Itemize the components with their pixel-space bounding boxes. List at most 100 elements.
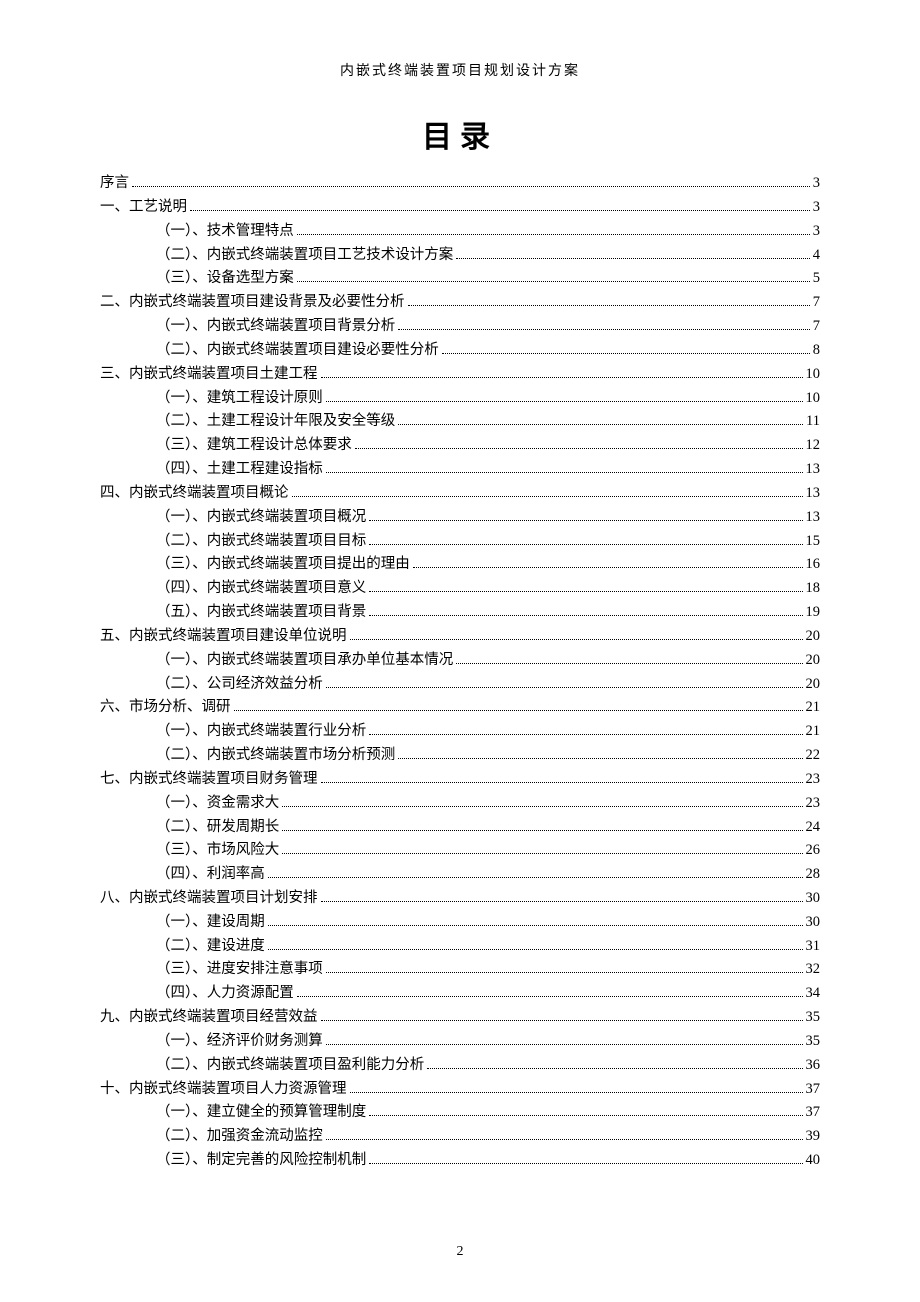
toc-entry-page: 4 (813, 248, 820, 263)
toc-entry-page: 22 (806, 748, 821, 763)
toc-entry[interactable]: 七、内嵌式终端装置项目财务管理23 (100, 772, 820, 787)
toc-entry-page: 37 (806, 1105, 821, 1120)
toc-entry[interactable]: （三）、进度安排注意事项32 (100, 962, 820, 977)
toc-leader-dots (456, 247, 810, 258)
toc-leader-dots (282, 796, 802, 807)
toc-entry-label: 二、内嵌式终端装置项目建设背景及必要性分析 (100, 295, 405, 310)
toc-entry[interactable]: （二）、内嵌式终端装置项目盈利能力分析36 (100, 1058, 820, 1073)
toc-entry-label: 八、内嵌式终端装置项目计划安排 (100, 891, 318, 906)
toc-entry-page: 8 (813, 343, 820, 358)
toc-entry[interactable]: 序言 3 (100, 176, 820, 191)
toc-entry[interactable]: 四、内嵌式终端装置项目概论13 (100, 486, 820, 501)
toc-entry[interactable]: 九、内嵌式终端装置项目经营效益35 (100, 1010, 820, 1025)
toc-entry[interactable]: 五、内嵌式终端装置项目建设单位说明20 (100, 629, 820, 644)
toc-leader-dots (268, 867, 803, 878)
toc-entry[interactable]: （三）、建筑工程设计总体要求12 (100, 438, 820, 453)
toc-entry[interactable]: （四）、利润率高28 (100, 867, 820, 882)
toc-entry-label: （一）、经济评价财务测算 (156, 1034, 323, 1049)
toc-entry-page: 20 (806, 677, 821, 692)
toc-entry-page: 20 (806, 629, 821, 644)
toc-entry[interactable]: （三）、市场风险大26 (100, 843, 820, 858)
toc-entry-label: （一）、建筑工程设计原则 (156, 391, 323, 406)
toc-entry-label: （二）、内嵌式终端装置项目建设必要性分析 (156, 343, 439, 358)
toc-entry[interactable]: 一、工艺说明3 (100, 200, 820, 215)
toc-entry[interactable]: （一）、内嵌式终端装置项目概况13 (100, 510, 820, 525)
toc-entry[interactable]: （三）、设备选型方案5 (100, 271, 820, 286)
toc-leader-dots (369, 724, 802, 735)
toc-entry[interactable]: 三、内嵌式终端装置项目土建工程10 (100, 367, 820, 382)
toc-entry-label: （三）、进度安排注意事项 (156, 962, 323, 977)
toc-entry[interactable]: 十、内嵌式终端装置项目人力资源管理37 (100, 1081, 820, 1096)
toc-entry[interactable]: （一）、内嵌式终端装置行业分析21 (100, 724, 820, 739)
toc-entry-label: （二）、内嵌式终端装置项目工艺技术设计方案 (156, 248, 453, 263)
toc-entry-page: 13 (806, 462, 821, 477)
toc-entry[interactable]: （一）、内嵌式终端装置项目承办单位基本情况20 (100, 653, 820, 668)
page-header: 内嵌式终端装置项目规划设计方案 (100, 60, 820, 80)
toc-leader-dots (297, 986, 803, 997)
toc-entry[interactable]: （一）、建筑工程设计原则10 (100, 390, 820, 405)
toc-entry-label: （四）、人力资源配置 (156, 986, 294, 1001)
toc-entry[interactable]: （二）、内嵌式终端装置项目建设必要性分析 8 (100, 343, 820, 358)
toc-entry[interactable]: （一）、技术管理特点 3 (100, 224, 820, 239)
toc-entry[interactable]: （二）、内嵌式终端装置市场分析预测22 (100, 748, 820, 763)
toc-entry-page: 30 (806, 915, 821, 930)
toc-entry-page: 3 (813, 176, 820, 191)
toc-entry[interactable]: （二）、加强资金流动监控39 (100, 1129, 820, 1144)
toc-entry[interactable]: （三）、制定完善的风险控制机制40 (100, 1153, 820, 1168)
toc-entry-label: 十、内嵌式终端装置项目人力资源管理 (100, 1082, 347, 1097)
toc-leader-dots (427, 1058, 802, 1069)
toc-leader-dots (326, 962, 803, 973)
toc-leader-dots (234, 700, 803, 711)
toc-entry[interactable]: 二、内嵌式终端装置项目建设背景及必要性分析 7 (100, 295, 820, 310)
toc-entry-label: （一）、内嵌式终端装置项目背景分析 (156, 319, 395, 334)
toc-entry[interactable]: （一）、建立健全的预算管理制度37 (100, 1105, 820, 1120)
toc-leader-dots (408, 295, 810, 306)
toc-entry-page: 19 (806, 605, 821, 620)
toc-entry-label: 六、市场分析、调研 (100, 700, 231, 715)
toc-entry[interactable]: （二）、内嵌式终端装置项目工艺技术设计方案 4 (100, 247, 820, 262)
toc-entry-label: （一）、技术管理特点 (156, 224, 294, 239)
toc-entry[interactable]: （一）、资金需求大23 (100, 796, 820, 811)
toc-entry-page: 11 (806, 414, 820, 429)
toc-leader-dots (282, 819, 802, 830)
toc-entry[interactable]: （四）、人力资源配置 34 (100, 986, 820, 1001)
toc-entry-label: 序言 (100, 176, 129, 191)
toc-entry-label: （二）、加强资金流动监控 (156, 1129, 323, 1144)
toc-leader-dots (413, 557, 803, 568)
toc-entry[interactable]: （四）、内嵌式终端装置项目意义18 (100, 581, 820, 596)
toc-entry[interactable]: 八、内嵌式终端装置项目计划安排30 (100, 891, 820, 906)
toc-entry[interactable]: （二）、研发周期长24 (100, 819, 820, 834)
toc-entry[interactable]: （二）、建设进度31 (100, 939, 820, 954)
toc-entry[interactable]: （一）、经济评价财务测算35 (100, 1034, 820, 1049)
toc-entry[interactable]: （二）、内嵌式终端装置项目目标15 (100, 533, 820, 548)
toc-entry[interactable]: （二）、土建工程设计年限及安全等级11 (100, 414, 820, 429)
toc-entry-label: （四）、利润率高 (156, 867, 265, 882)
toc-entry-label: （三）、市场风险大 (156, 843, 279, 858)
toc-entry-page: 34 (806, 986, 821, 1001)
toc-entry-page: 36 (806, 1058, 821, 1073)
toc-entry[interactable]: （三）、内嵌式终端装置项目提出的理由16 (100, 557, 820, 572)
toc-entry[interactable]: （二）、公司经济效益分析20 (100, 676, 820, 691)
toc-leader-dots (398, 414, 803, 425)
toc-entry-label: （三）、制定完善的风险控制机制 (156, 1153, 366, 1168)
toc-leader-dots (369, 605, 802, 616)
toc-entry-page: 7 (813, 295, 820, 310)
toc-leader-dots (369, 581, 802, 592)
toc-entry[interactable]: （一）、内嵌式终端装置项目背景分析 7 (100, 319, 820, 334)
toc-entry-label: （四）、内嵌式终端装置项目意义 (156, 581, 366, 596)
toc-leader-dots (369, 533, 802, 544)
toc-entry-label: 三、内嵌式终端装置项目土建工程 (100, 367, 318, 382)
toc-entry[interactable]: （四）、土建工程建设指标13 (100, 462, 820, 477)
toc-entry-page: 7 (813, 319, 820, 334)
toc-entry[interactable]: （一）、建设周期30 (100, 915, 820, 930)
toc-leader-dots (326, 676, 803, 687)
toc-entry-label: （一）、内嵌式终端装置行业分析 (156, 724, 366, 739)
toc-leader-dots (398, 748, 802, 759)
toc-leader-dots (282, 843, 802, 854)
toc-leader-dots (268, 915, 803, 926)
toc-entry[interactable]: 六、市场分析、调研21 (100, 700, 820, 715)
toc-entry-page: 5 (813, 271, 820, 286)
toc-leader-dots (398, 319, 810, 330)
toc-entry[interactable]: （五）、内嵌式终端装置项目背景19 (100, 605, 820, 620)
toc-entry-page: 3 (813, 224, 820, 239)
